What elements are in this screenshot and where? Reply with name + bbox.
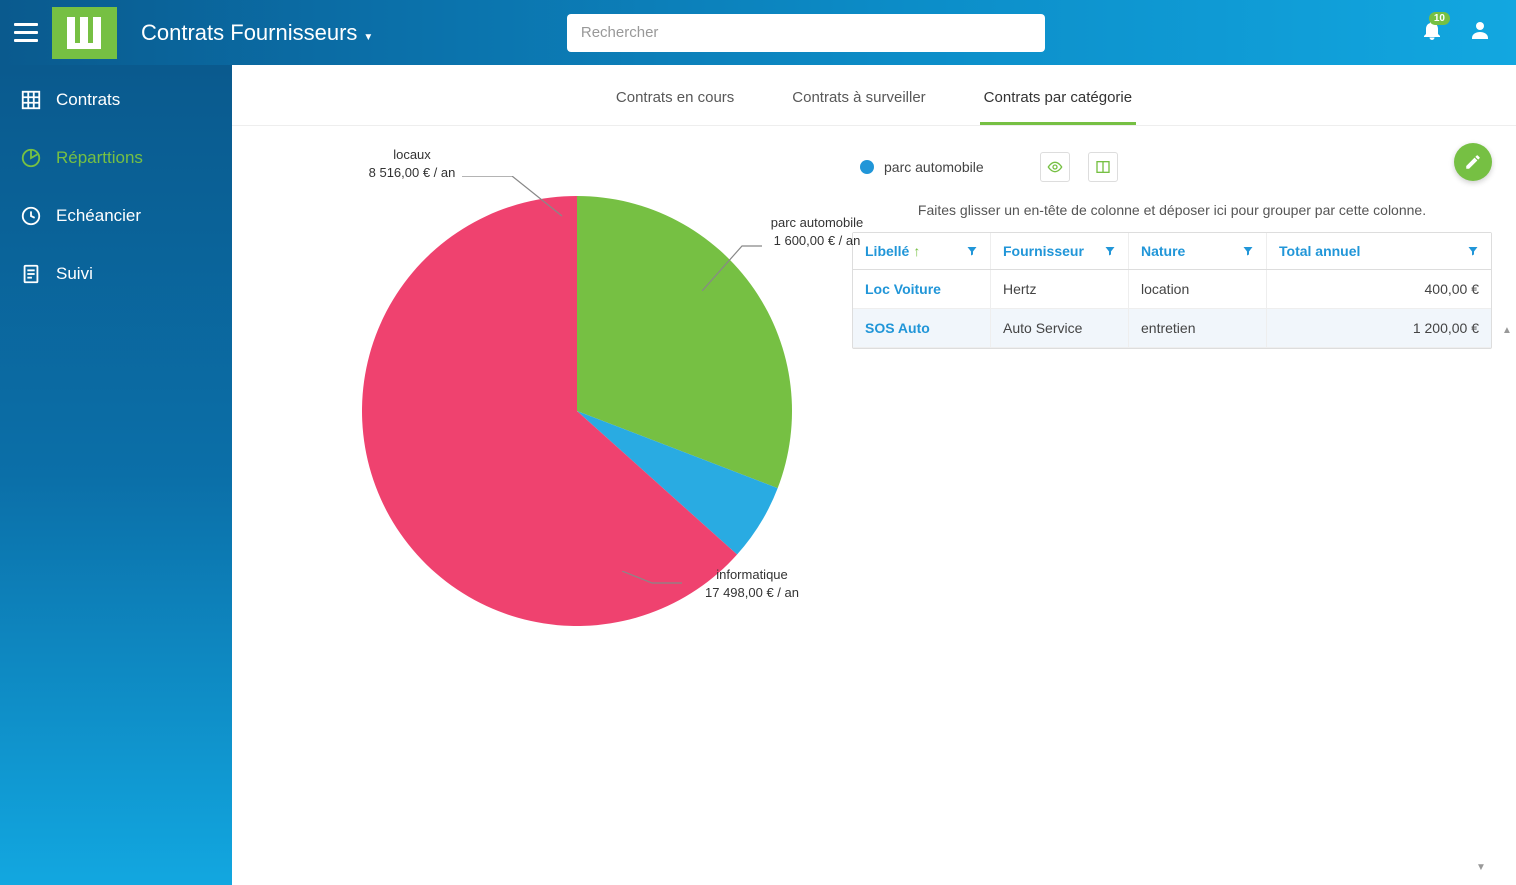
- scroll-down-indicator: ▼: [1476, 862, 1486, 873]
- cell-total: 1 200,00 €: [1267, 309, 1491, 347]
- pie-chart-icon: [20, 147, 42, 169]
- sidebar-item-label: Contrats: [56, 90, 120, 110]
- legend-dot: [860, 160, 874, 174]
- tab-contrats-surveiller[interactable]: Contrats à surveiller: [788, 79, 929, 125]
- cell-nature: location: [1129, 270, 1267, 308]
- data-grid: Libellé↑ Fournisseur Nature: [852, 232, 1492, 349]
- sidebar-item-label: Suivi: [56, 264, 93, 284]
- sidebar-item-echeancier[interactable]: Echéancier: [0, 187, 232, 245]
- menu-hamburger-icon[interactable]: [12, 19, 40, 47]
- filter-icon[interactable]: [966, 245, 978, 257]
- pie-label-informatique: informatique 17 498,00 € / an: [672, 566, 832, 601]
- app-logo[interactable]: [52, 7, 117, 59]
- chevron-down-icon: ▼: [363, 32, 373, 43]
- sidebar-item-repartitions[interactable]: Réparttions: [0, 129, 232, 187]
- leader-line: [462, 176, 582, 226]
- table-row[interactable]: SOS AutoAuto Serviceentretien1 200,00 €: [853, 309, 1491, 348]
- table-panel: parc automobile Faites glisser un en-têt…: [852, 146, 1492, 865]
- sidebar-item-contrats[interactable]: Contrats: [0, 71, 232, 129]
- search-input[interactable]: [567, 14, 1045, 52]
- cell-nature: entretien: [1129, 309, 1267, 347]
- cell-libelle[interactable]: Loc Voiture: [853, 270, 991, 308]
- sidebar: Contrats Réparttions Echéancier Suivi: [0, 65, 232, 885]
- app-header: Contrats Fournisseurs ▼ 10: [0, 0, 1516, 65]
- pie-chart: locaux 8 516,00 € / an parc automobile 1…: [272, 146, 832, 865]
- cell-total: 400,00 €: [1267, 270, 1491, 308]
- tab-contrats-categorie[interactable]: Contrats par catégorie: [980, 79, 1136, 125]
- grid-icon: [20, 89, 42, 111]
- user-icon: [1468, 18, 1492, 42]
- column-header-total[interactable]: Total annuel: [1267, 233, 1491, 269]
- main-content: Contrats en cours Contrats à surveiller …: [232, 65, 1516, 885]
- scroll-up-indicator: ▲: [1502, 325, 1512, 336]
- cell-fournisseur: Auto Service: [991, 309, 1129, 347]
- sidebar-item-label: Réparttions: [56, 148, 143, 168]
- sidebar-item-label: Echéancier: [56, 206, 141, 226]
- tabbar: Contrats en cours Contrats à surveiller …: [232, 65, 1516, 126]
- legend-selected-label: parc automobile: [884, 159, 984, 175]
- filter-icon[interactable]: [1467, 245, 1479, 257]
- notifications-button[interactable]: 10: [1420, 18, 1444, 47]
- tab-contrats-en-cours[interactable]: Contrats en cours: [612, 79, 738, 125]
- user-avatar[interactable]: [1468, 18, 1492, 47]
- columns-icon: [1095, 159, 1111, 175]
- leader-line: [622, 571, 692, 591]
- filter-icon[interactable]: [1104, 245, 1116, 257]
- pie-label-locaux: locaux 8 516,00 € / an: [352, 146, 472, 181]
- column-header-fournisseur[interactable]: Fournisseur: [991, 233, 1129, 269]
- view-toggle-button-1[interactable]: [1040, 152, 1070, 182]
- filter-icon[interactable]: [1242, 245, 1254, 257]
- edit-fab-button[interactable]: [1454, 143, 1492, 181]
- eye-icon: [1047, 159, 1063, 175]
- pencil-icon: [1464, 153, 1482, 171]
- leader-line: [702, 241, 772, 291]
- table-row[interactable]: Loc VoitureHertzlocation400,00 €: [853, 270, 1491, 309]
- clock-icon: [20, 205, 42, 227]
- group-hint: Faites glisser un en-tête de colonne et …: [852, 194, 1492, 232]
- sort-asc-icon: ↑: [913, 243, 920, 259]
- cell-fournisseur: Hertz: [991, 270, 1129, 308]
- view-toggle-button-2[interactable]: [1088, 152, 1118, 182]
- cell-libelle[interactable]: SOS Auto: [853, 309, 991, 347]
- document-icon: [20, 263, 42, 285]
- page-title: Contrats Fournisseurs: [141, 20, 357, 46]
- sidebar-item-suivi[interactable]: Suivi: [0, 245, 232, 303]
- notification-badge: 10: [1429, 12, 1450, 25]
- page-title-dropdown[interactable]: Contrats Fournisseurs ▼: [141, 20, 373, 46]
- column-header-nature[interactable]: Nature: [1129, 233, 1267, 269]
